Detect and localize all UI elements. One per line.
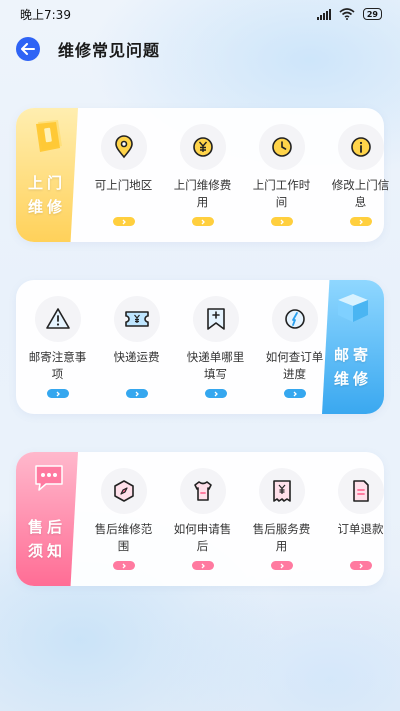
bookmark-plus-icon: [206, 308, 225, 330]
status-bar: 晚上7:39 29: [0, 0, 400, 28]
clock-icon: [271, 137, 292, 157]
faq-item-service-fee[interactable]: 售后服务费用: [242, 468, 321, 570]
chevron-right-icon: [112, 561, 135, 570]
shirt-icon: [193, 481, 212, 501]
item-label: 如何申请售后: [173, 522, 232, 553]
chevron-right-icon: [283, 389, 306, 398]
icon-wrap: [337, 124, 384, 170]
icon-wrap: [179, 124, 226, 170]
faq-item-apply-after-sales[interactable]: 如何申请售后: [163, 468, 242, 570]
faq-item-edit-info[interactable]: 修改上门信息: [321, 124, 400, 226]
yuan-coin-icon: [192, 137, 213, 157]
chevron-right-icon: [191, 561, 214, 570]
status-indicators: 29: [316, 8, 382, 20]
tag-mail-repair: 邮寄维修: [322, 280, 384, 414]
faq-item-repair-scope[interactable]: 售后维修范围: [84, 468, 163, 570]
chevron-right-icon: [270, 217, 293, 226]
arrow-left-icon: [21, 43, 35, 55]
item-label: 如何查订单进度: [265, 350, 324, 381]
icon-wrap: [100, 468, 147, 514]
item-label: 售后服务费用: [252, 522, 311, 553]
faq-item-service-area[interactable]: 可上门地区: [84, 124, 163, 226]
ticket-icon: [124, 311, 149, 327]
items-row: 可上门地区 上门维修费用 上门工作时间 修改上门信息: [84, 124, 400, 226]
items-row: 邮寄注意事项 快递运费 快递单哪里填写 如何查订单进度: [18, 296, 334, 398]
section-onsite-repair: 上门维修 可上门地区 上门维修费用 上门工作时间 修改上门信息: [16, 108, 389, 242]
header: 维修常见问题: [16, 36, 160, 62]
chevron-right-icon: [349, 217, 372, 226]
icon-wrap: [337, 468, 384, 514]
status-time: 晚上7:39: [20, 7, 71, 22]
chevron-right-icon: [191, 217, 214, 226]
icon-wrap: [100, 124, 147, 170]
chevron-right-icon: [125, 389, 148, 398]
item-label: 可上门地区: [94, 178, 153, 192]
hexagon-compass-icon: [113, 480, 134, 502]
icon-wrap: [34, 296, 81, 342]
chevron-right-icon: [46, 389, 69, 398]
items-row: 售后维修范围 如何申请售后 售后服务费用 订单退款: [84, 468, 400, 570]
item-label: 邮寄注意事项: [28, 350, 87, 381]
faq-item-order-refund[interactable]: 订单退款: [321, 468, 400, 570]
item-label: 订单退款: [337, 522, 384, 536]
icon-wrap: [258, 124, 305, 170]
item-label: 修改上门信息: [331, 178, 390, 209]
battery-indicator: 29: [362, 8, 382, 20]
item-label: 快递运费: [113, 350, 160, 364]
item-label: 售后维修范围: [94, 522, 153, 553]
faq-item-onsite-fee[interactable]: 上门维修费用: [163, 124, 242, 226]
icon-wrap: [192, 296, 239, 342]
faq-item-shipping-fee[interactable]: 快递运费: [97, 296, 176, 398]
faq-item-waybill[interactable]: 快递单哪里填写: [176, 296, 255, 398]
item-label: 快递单哪里填写: [186, 350, 245, 381]
tag-onsite-repair: 上门维修: [16, 108, 78, 242]
document-icon: [352, 480, 369, 502]
chevron-right-icon: [270, 561, 293, 570]
icon-wrap: [179, 468, 226, 514]
page-title: 维修常见问题: [58, 41, 161, 60]
icon-wrap: [113, 296, 160, 342]
tag-label: 邮寄维修: [333, 346, 372, 388]
icon-wrap: [271, 296, 318, 342]
card-3d-icon: [36, 120, 62, 152]
section-after-sales: 售后须知 售后维修范围 如何申请售后 售后服务费用 订单退款: [16, 452, 384, 586]
location-pin-icon: [114, 135, 133, 159]
chevron-right-icon: [349, 561, 372, 570]
chevron-right-icon: [112, 217, 135, 226]
faq-item-mail-notes[interactable]: 邮寄注意事项: [18, 296, 97, 398]
item-label: 上门维修费用: [173, 178, 232, 209]
receipt-icon: [272, 480, 291, 502]
chevron-right-icon: [204, 389, 227, 398]
wifi-icon: [339, 8, 355, 20]
chat-bubble-icon: [35, 465, 63, 491]
faq-item-order-progress[interactable]: 如何查订单进度: [255, 296, 334, 398]
signal-icon: [316, 8, 331, 20]
tag-after-sales: 售后须知: [16, 452, 78, 586]
faq-item-work-hours[interactable]: 上门工作时间: [242, 124, 321, 226]
section-mail-repair: 邮寄注意事项 快递运费 快递单哪里填写 如何查订单进度 邮寄维修: [16, 280, 384, 414]
info-icon: [350, 137, 371, 157]
icon-wrap: [258, 468, 305, 514]
back-button[interactable]: [16, 37, 40, 61]
box-3d-icon: [338, 294, 368, 322]
compass-icon: [284, 309, 305, 329]
tag-label: 售后须知: [27, 518, 66, 560]
item-label: 上门工作时间: [252, 178, 311, 209]
tag-label: 上门维修: [27, 174, 66, 216]
warning-icon: [45, 308, 70, 329]
